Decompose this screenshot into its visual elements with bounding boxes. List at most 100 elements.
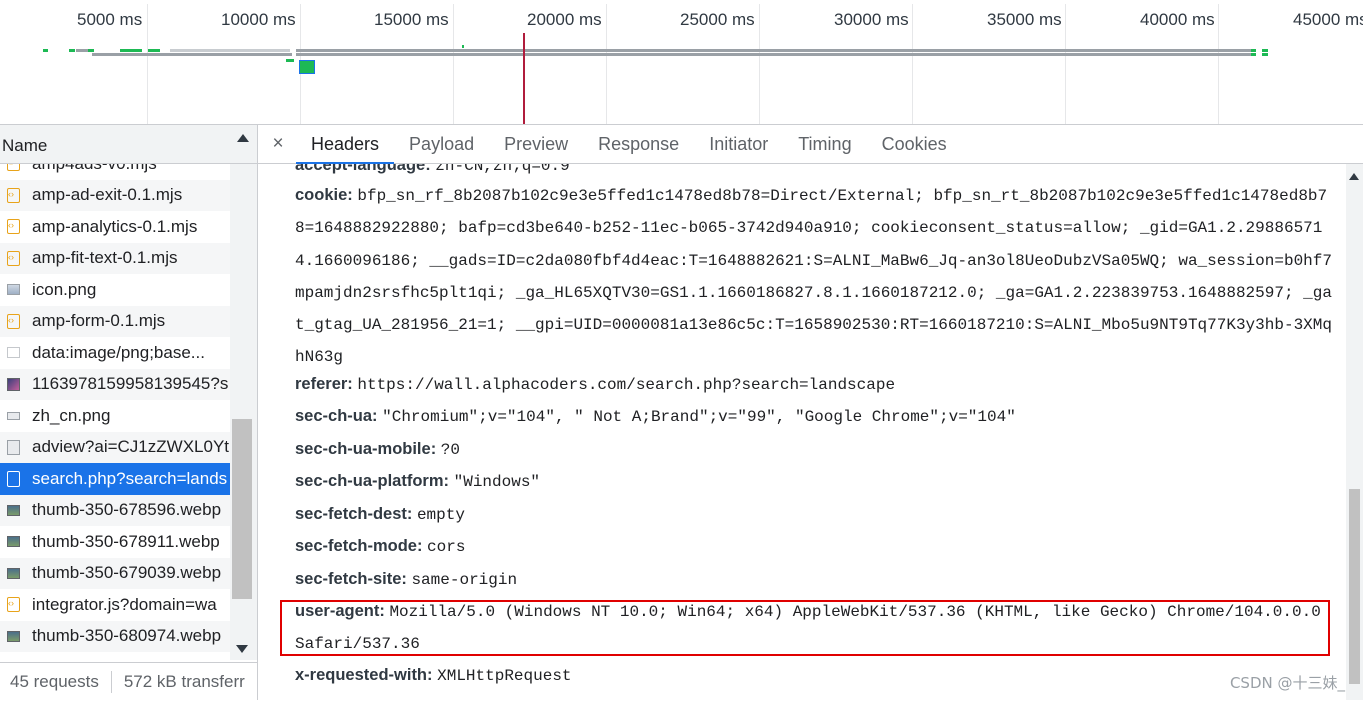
tick-gridline <box>912 4 913 124</box>
image-file-icon <box>7 504 20 516</box>
request-row[interactable]: amp-form-0.1.mjs <box>0 305 230 337</box>
overview-bar <box>1262 53 1268 56</box>
tick-gridline <box>759 4 760 124</box>
status-bar: 45 requests 572 kB transferr <box>0 662 257 701</box>
request-name: adview?ai=CJ1zZWXL0Yt <box>32 437 230 457</box>
script-file-icon <box>7 164 20 172</box>
close-icon[interactable]: × <box>260 133 296 155</box>
request-name: 1163978159958139545?s <box>32 374 229 394</box>
request-row[interactable]: thumb-350-680974.webp <box>0 620 230 652</box>
transferred-size: 572 kB transferr <box>123 672 245 691</box>
scroll-up-arrow-icon[interactable] <box>1349 173 1359 180</box>
request-name: search.php?search=lands <box>32 468 228 488</box>
request-row[interactable]: thumb-350-679039.webp <box>0 557 230 589</box>
scrollbar-thumb[interactable] <box>1349 489 1360 684</box>
header-value: same-origin <box>411 571 518 589</box>
request-list-panel: Name amp4ads-v0.mjs amp-ad-exit-0.1.mjs … <box>0 125 258 700</box>
tab-headers[interactable]: Headers <box>296 125 395 164</box>
header-row[interactable]: sec-ch-ua-mobile: ?0 <box>295 433 1335 466</box>
tick-label: 15000 ms <box>374 10 449 29</box>
overview-bar <box>1262 49 1268 52</box>
request-name: icon.png <box>32 279 97 299</box>
request-name: amp-analytics-0.1.mjs <box>32 216 198 236</box>
request-row[interactable]: amp-ad-exit-0.1.mjs <box>0 179 230 211</box>
request-list-scrollbar[interactable] <box>230 164 257 660</box>
tick-gridline <box>147 4 148 124</box>
overview-bar <box>88 49 94 52</box>
overview-bar <box>170 49 290 52</box>
tick-label: 35000 ms <box>987 10 1062 29</box>
scrollbar-thumb[interactable] <box>232 419 252 599</box>
tab-payload[interactable]: Payload <box>394 125 489 163</box>
request-name: thumb-350-680974.webp <box>32 626 222 646</box>
overview-bar <box>286 59 294 62</box>
tick-gridline <box>606 4 607 124</box>
sort-ascending-icon[interactable] <box>237 134 249 142</box>
header-name: sec-fetch-mode: <box>295 537 428 555</box>
details-scrollbar[interactable] <box>1346 164 1363 700</box>
script-file-icon <box>7 187 20 203</box>
request-row[interactable]: amp-analytics-0.1.mjs <box>0 211 230 243</box>
request-row[interactable]: data:image/png;base... <box>0 337 230 369</box>
header-row[interactable]: sec-fetch-site: same-origin <box>295 563 1335 596</box>
column-header-label: Name <box>2 136 48 155</box>
header-name: sec-ch-ua-platform: <box>295 472 454 490</box>
script-file-icon <box>7 313 20 329</box>
request-headers-list: accept-language: zh-CN,zh;q=0.9 cookie: … <box>258 164 1346 700</box>
header-name: sec-ch-ua-mobile: <box>295 440 441 458</box>
header-row[interactable]: referer: https://wall.alphacoders.com/se… <box>295 368 1335 401</box>
request-name: thumb-350-678596.webp <box>32 500 222 520</box>
request-name: thumb-350-679039.webp <box>32 563 222 583</box>
image-file-icon <box>7 567 20 579</box>
tab-initiator[interactable]: Initiator <box>694 125 783 163</box>
image-file-icon <box>7 630 20 642</box>
overview-bar <box>43 49 48 52</box>
header-name: sec-ch-ua: <box>295 407 383 425</box>
watermark: CSDN @十三妹_ <box>1229 674 1345 692</box>
overview-bar <box>76 49 88 52</box>
request-row[interactable]: thumb-350-678596.webp <box>0 494 230 526</box>
tab-cookies[interactable]: Cookies <box>867 125 962 163</box>
overview-selected-request <box>299 60 315 74</box>
header-row[interactable]: sec-fetch-dest: empty <box>295 498 1335 531</box>
header-row[interactable]: x-requested-with: XMLHttpRequest <box>295 659 1335 692</box>
divider <box>110 671 112 693</box>
overview-bar <box>462 45 464 48</box>
header-value: "Windows" <box>453 473 541 491</box>
header-row[interactable]: sec-fetch-mode: cors <box>295 530 1335 563</box>
image-file-icon <box>7 411 20 420</box>
header-value: empty <box>416 506 465 524</box>
overview-bar <box>1251 49 1256 52</box>
header-value: ?0 <box>440 441 460 459</box>
scroll-down-arrow-icon[interactable] <box>236 645 248 653</box>
timeline-cursor-marker <box>523 33 525 124</box>
request-row[interactable]: adview?ai=CJ1zZWXL0Yt <box>0 431 230 463</box>
tick-label: 40000 ms <box>1140 10 1215 29</box>
header-row[interactable]: sec-ch-ua-platform: "Windows" <box>295 465 1335 498</box>
request-row[interactable]: amp-fit-text-0.1.mjs <box>0 242 230 274</box>
tick-label: 5000 ms <box>77 10 143 29</box>
header-value: zh-CN,zh;q=0.9 <box>435 164 570 175</box>
script-file-icon <box>7 219 20 235</box>
header-row[interactable]: cookie: bfp_sn_rf_8b2087b102c9e3e5ffed1c… <box>295 179 1335 374</box>
request-name: amp4ads-v0.mjs <box>32 164 157 174</box>
request-row[interactable]: icon.png <box>0 274 230 306</box>
tab-preview[interactable]: Preview <box>489 125 583 163</box>
request-row[interactable]: zh_cn.png <box>0 400 230 432</box>
request-row[interactable]: 1163978159958139545?s <box>0 368 230 400</box>
tab-timing[interactable]: Timing <box>783 125 866 163</box>
tab-response[interactable]: Response <box>583 125 694 163</box>
document-file-icon <box>7 470 20 487</box>
overview-bar <box>148 49 160 52</box>
request-row[interactable]: amp4ads-v0.mjs <box>0 164 230 180</box>
request-name: zh_cn.png <box>32 405 111 425</box>
request-row[interactable]: integrator.js?domain=wa <box>0 589 230 621</box>
highlight-box-user-agent <box>280 600 1330 656</box>
request-row-selected[interactable]: search.php?search=lands <box>0 463 230 495</box>
network-overview-timeline[interactable]: 5000 ms 10000 ms 15000 ms 20000 ms 25000… <box>0 0 1363 125</box>
header-row[interactable]: sec-ch-ua: "Chromium";v="104", " Not A;B… <box>295 400 1335 433</box>
header-name: x-requested-with: <box>295 666 438 684</box>
name-column-header[interactable]: Name <box>0 125 257 164</box>
tick-gridline <box>453 4 454 124</box>
request-row[interactable]: thumb-350-678911.webp <box>0 526 230 558</box>
